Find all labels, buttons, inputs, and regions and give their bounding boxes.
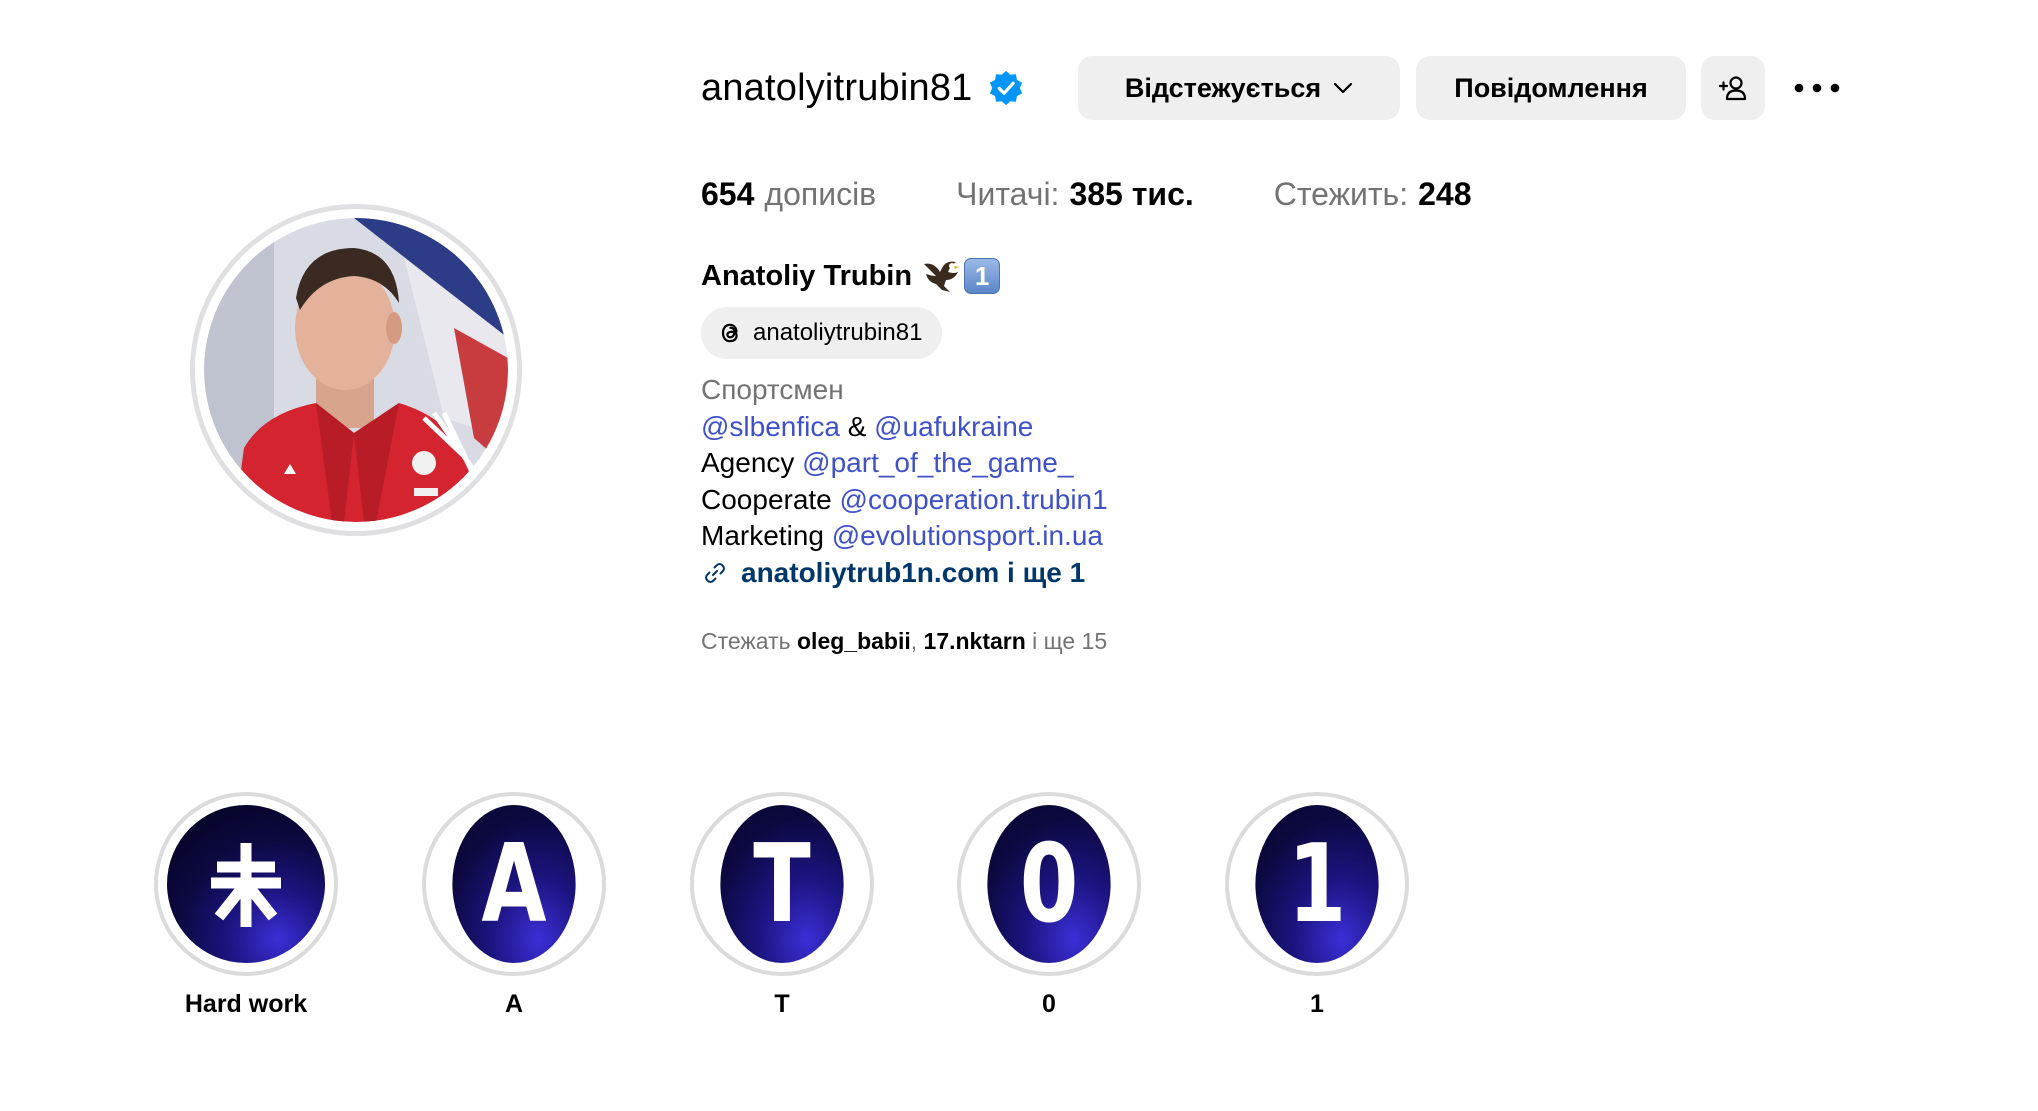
bio-agency-prefix: Agency xyxy=(701,447,803,478)
message-button[interactable]: Повідомлення xyxy=(1416,56,1686,120)
highlight-cover: 0 xyxy=(987,805,1111,963)
followed-by-user-2[interactable]: 17.nktarn xyxy=(924,628,1026,654)
highlight-cover-text: 0 xyxy=(1019,821,1079,947)
posts-label: дописів xyxy=(764,176,877,212)
story-highlight[interactable]: Hard work xyxy=(154,792,338,1019)
highlight-ring xyxy=(154,792,338,976)
profile-stats: 654 дописів Читачі: 385 тис. Стежить: 248 xyxy=(701,176,1471,213)
highlight-ring: A xyxy=(422,792,606,976)
full-name-row: Anatoliy Trubin 1 xyxy=(701,258,1001,294)
full-name: Anatoliy Trubin xyxy=(701,259,913,292)
story-highlight[interactable]: 0 0 xyxy=(957,792,1141,1019)
following-button[interactable]: Відстежується xyxy=(1078,56,1400,120)
mention-cooperation-link[interactable]: @cooperation.trubin1 xyxy=(840,484,1108,515)
highlight-label: 0 xyxy=(1042,990,1056,1018)
avatar-photo xyxy=(204,218,508,522)
threads-handle: anatoliytrubin81 xyxy=(753,319,923,346)
bio-cooperate-prefix: Cooperate xyxy=(701,483,840,515)
bio-line-clubs: @slbenfica & @uafukraine xyxy=(701,409,1108,446)
highlight-cover: 1 xyxy=(1255,805,1379,963)
highlight-gap: T xyxy=(694,796,870,972)
username: anatolyitrubin81 xyxy=(701,66,973,109)
bio-line-cooperate: Cooperate @cooperation.trubin1 xyxy=(701,482,1108,519)
verified-badge-icon xyxy=(989,70,1022,106)
followed-by-suffix: і ще 15 xyxy=(1025,628,1108,654)
highlight-gap: A xyxy=(426,796,602,972)
highlight-cover: A xyxy=(452,805,576,963)
highlight-cover-logo xyxy=(167,805,325,963)
highlight-cover-text: A xyxy=(481,821,547,947)
eagle-emoji-icon xyxy=(924,261,960,292)
profile-page: anatolyitrubin81 Відстежується Повідомле… xyxy=(0,0,2038,1111)
threads-profile-link[interactable]: anatoliytrubin81 xyxy=(701,307,943,359)
following-label: Відстежується xyxy=(1124,72,1322,103)
highlight-gap: 0 xyxy=(961,796,1137,972)
followers-stat[interactable]: Читачі: 385 тис. xyxy=(956,176,1194,213)
followed-by-sep: , xyxy=(910,628,924,654)
story-highlight[interactable]: 1 1 xyxy=(1225,792,1409,1019)
highlight-ring: 1 xyxy=(1225,792,1409,976)
highlight-cover-text: T xyxy=(753,821,811,947)
bio: Спортсмен @slbenfica & @uafukraine Agenc… xyxy=(701,372,1108,591)
highlight-cover-text: 1 xyxy=(1287,821,1347,947)
mention-marketing-link[interactable]: @evolutionsport.in.ua xyxy=(832,520,1103,551)
profile-header: anatolyitrubin81 xyxy=(701,56,1025,120)
highlight-cover: T xyxy=(720,805,844,963)
more-options-button[interactable] xyxy=(1788,56,1846,120)
posts-stat: 654 дописів xyxy=(701,176,876,213)
bio-marketing-prefix: Marketing xyxy=(701,520,832,551)
keycap-one-emoji-icon: 1 xyxy=(964,258,1001,294)
highlight-label: Hard work xyxy=(184,990,308,1018)
following-stat-label: Стежить: xyxy=(1273,176,1409,212)
following-stat[interactable]: Стежить: 248 xyxy=(1274,176,1472,213)
highlight-ring: T xyxy=(690,792,874,976)
more-horizontal-icon xyxy=(1794,83,1840,93)
mention-uafukraine-link[interactable]: @uafukraine xyxy=(874,411,1033,442)
add-user-icon xyxy=(1718,76,1747,101)
followed-by-prefix: Стежать xyxy=(701,628,797,654)
bio-ampersand: & xyxy=(839,410,875,442)
link-icon xyxy=(705,562,725,583)
threads-icon xyxy=(721,323,738,343)
followed-by-user-1[interactable]: oleg_babii xyxy=(797,628,911,654)
external-link[interactable]: anatoliytrub1n.com і ще 1 xyxy=(701,555,1108,592)
bio-line-marketing: Marketing @evolutionsport.in.ua xyxy=(701,518,1108,555)
suggested-users-button[interactable] xyxy=(1701,56,1765,120)
mention-agency-link[interactable]: @part_of_the_game_ xyxy=(802,447,1073,478)
profile-category: Спортсмен xyxy=(701,374,844,405)
posts-count: 654 xyxy=(701,176,755,212)
followed-by[interactable]: Стежать oleg_babii, 17.nktarn і ще 15 xyxy=(701,628,1107,655)
bio-line-agency: Agency @part_of_the_game_ xyxy=(701,445,1108,482)
story-highlight[interactable]: A A xyxy=(422,792,606,1019)
followers-count: 385 тис. xyxy=(1069,176,1194,212)
highlight-label: 1 xyxy=(1310,990,1324,1018)
highlight-gap: 1 xyxy=(1229,796,1405,972)
chevron-down-icon xyxy=(1334,82,1353,94)
avatar-frame xyxy=(195,209,517,531)
highlight-gap xyxy=(158,796,334,972)
message-label: Повідомлення xyxy=(1454,72,1648,103)
following-count: 248 xyxy=(1418,176,1472,212)
highlight-label: A xyxy=(504,990,524,1018)
mention-slbenfica-link[interactable]: @slbenfica xyxy=(701,411,840,442)
followers-label: Читачі: xyxy=(956,176,1060,212)
profile-avatar[interactable] xyxy=(190,204,522,536)
highlight-ring: 0 xyxy=(957,792,1141,976)
external-link-text: anatoliytrub1n.com і ще 1 xyxy=(741,556,1086,588)
story-highlight[interactable]: T T xyxy=(690,792,874,1019)
highlight-label: T xyxy=(774,990,790,1018)
